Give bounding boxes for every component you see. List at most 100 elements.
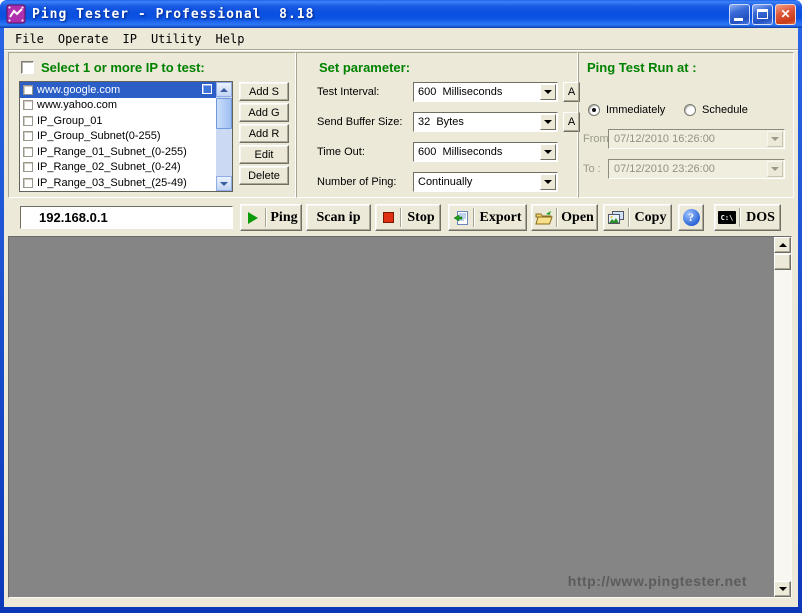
chevron-down-icon: [544, 120, 552, 124]
menu-item-operate[interactable]: Operate: [51, 30, 116, 48]
ping-button[interactable]: Ping: [240, 204, 302, 231]
from-value: 07/12/2010 16:26:00: [614, 133, 715, 145]
menu-item-ip[interactable]: IP: [115, 30, 143, 48]
list-item[interactable]: IP_Group_01: [20, 113, 232, 129]
ip-listbox[interactable]: www.google.com www.yahoo.com IP_Group_01…: [19, 81, 233, 192]
test-interval-combobox[interactable]: 600 Milliseconds: [413, 82, 558, 102]
export-label: Export: [475, 210, 526, 226]
dropdown-button[interactable]: [540, 114, 556, 130]
copy-images-icon: [604, 211, 628, 224]
ip-input[interactable]: [20, 206, 233, 229]
select-all-checkbox[interactable]: [21, 61, 34, 74]
immediately-label[interactable]: Immediately: [606, 104, 665, 116]
add-r-button[interactable]: Add R: [239, 124, 289, 143]
immediately-radio[interactable]: [588, 104, 600, 116]
item-checkbox[interactable]: [23, 85, 33, 95]
param-label: Send Buffer Size:: [317, 116, 402, 128]
edit-button[interactable]: Edit: [239, 145, 289, 164]
ip-select-panel: Select 1 or more IP to test: www.google.…: [8, 52, 296, 198]
item-label: IP_Range_01_Subnet_(0-255): [37, 146, 187, 158]
menu-item-file[interactable]: File: [8, 30, 51, 48]
item-label: www.yahoo.com: [37, 99, 117, 111]
param-row-ping-count: Number of Ping: Continually: [297, 172, 577, 193]
list-item[interactable]: www.yahoo.com: [20, 98, 232, 114]
ip-panel-heading: Select 1 or more IP to test:: [41, 60, 205, 75]
scroll-down-icon: [220, 182, 228, 186]
watermark: http://www.pingtester.net: [568, 573, 747, 589]
list-item[interactable]: IP_Group_Subnet(0-255): [20, 129, 232, 145]
ping-count-combobox[interactable]: Continually: [413, 172, 558, 192]
open-button[interactable]: Open: [531, 204, 598, 231]
item-checkbox[interactable]: [23, 178, 33, 188]
item-checkbox[interactable]: [23, 162, 33, 172]
stop-button[interactable]: Stop: [375, 204, 441, 231]
maximize-icon: [757, 9, 768, 19]
copy-button[interactable]: Copy: [603, 204, 672, 231]
output-scrollbar[interactable]: [774, 237, 791, 597]
ip-buttons-column: Add S Add G Add R Edit Delete: [239, 82, 289, 187]
param-row-buffer-size: Send Buffer Size: 32 Bytes A: [297, 112, 577, 133]
add-g-button[interactable]: Add G: [239, 103, 289, 122]
menu-item-utility[interactable]: Utility: [144, 30, 209, 48]
param-label: Test Interval:: [317, 86, 379, 98]
param-label: Time Out:: [317, 146, 365, 158]
output-area: http://www.pingtester.net: [8, 236, 792, 598]
scan-ip-button[interactable]: Scan ip: [306, 204, 371, 231]
scroll-up-button[interactable]: [774, 237, 791, 253]
chevron-down-icon: [544, 90, 552, 94]
dropdown-button: [767, 131, 783, 147]
minimize-button[interactable]: [729, 4, 750, 25]
time-out-combobox[interactable]: 600 Milliseconds: [413, 142, 558, 162]
export-button[interactable]: Export: [448, 204, 527, 231]
scroll-down-icon: [779, 587, 787, 591]
scroll-up-icon: [220, 88, 228, 92]
window-title: Ping Tester - Professional 8.18: [32, 7, 314, 22]
param-row-test-interval: Test Interval: 600 Milliseconds A: [297, 82, 577, 103]
schedule-radio[interactable]: [684, 104, 696, 116]
window-controls: ✕: [729, 4, 796, 25]
item-checkbox[interactable]: [23, 131, 33, 141]
scroll-down-button[interactable]: [216, 176, 232, 191]
combo-value: 600 Milliseconds: [418, 146, 502, 158]
item-checkbox[interactable]: [23, 116, 33, 126]
dropdown-button[interactable]: [540, 144, 556, 160]
dos-button[interactable]: C:\ DOS: [714, 204, 781, 231]
dropdown-button[interactable]: [540, 84, 556, 100]
list-item[interactable]: www.google.com: [20, 82, 232, 98]
list-item[interactable]: IP_Range_03_Subnet_(25-49): [20, 175, 232, 191]
scroll-thumb[interactable]: [774, 254, 791, 270]
minimize-icon: [734, 18, 743, 21]
stop-icon: [376, 212, 400, 223]
delete-button[interactable]: Delete: [239, 166, 289, 185]
from-row: From : 07/12/2010 16:26:00: [583, 129, 793, 150]
help-button[interactable]: ?: [678, 204, 704, 231]
export-document-icon: [449, 210, 473, 226]
to-row: To : 07/12/2010 23:26:00: [583, 159, 793, 180]
dropdown-button[interactable]: [540, 174, 556, 190]
buffer-size-combobox[interactable]: 32 Bytes: [413, 112, 558, 132]
scroll-up-button[interactable]: [216, 82, 232, 97]
item-checkbox[interactable]: [23, 100, 33, 110]
title-bar[interactable]: Ping Tester - Professional 8.18 ✕: [0, 0, 802, 28]
list-scrollbar[interactable]: [216, 82, 232, 191]
close-button[interactable]: ✕: [775, 4, 796, 25]
menu-bar: File Operate IP Utility Help: [4, 28, 798, 50]
menu-item-help[interactable]: Help: [209, 30, 252, 48]
scroll-thumb[interactable]: [216, 98, 232, 129]
scroll-up-icon: [779, 243, 787, 247]
chevron-down-icon: [544, 150, 552, 154]
add-s-button[interactable]: Add S: [239, 82, 289, 101]
app-window: Ping Tester - Professional 8.18 ✕ File O…: [0, 0, 802, 613]
list-item[interactable]: IP_Range_02_Subnet_(0-24): [20, 160, 232, 176]
scroll-down-button[interactable]: [774, 581, 791, 597]
list-item[interactable]: IP_Range_01_Subnet_(0-255): [20, 144, 232, 160]
maximize-button[interactable]: [752, 4, 773, 25]
schedule-label[interactable]: Schedule: [702, 104, 748, 116]
to-datetime-combobox: 07/12/2010 23:26:00: [608, 159, 785, 179]
play-icon: [241, 212, 265, 224]
app-icon: [6, 4, 26, 24]
item-checkbox[interactable]: [23, 147, 33, 157]
client-area: File Operate IP Utility Help Select 1 or…: [4, 28, 798, 607]
item-label: IP_Group_Subnet(0-255): [37, 130, 161, 142]
from-datetime-combobox: 07/12/2010 16:26:00: [608, 129, 785, 149]
